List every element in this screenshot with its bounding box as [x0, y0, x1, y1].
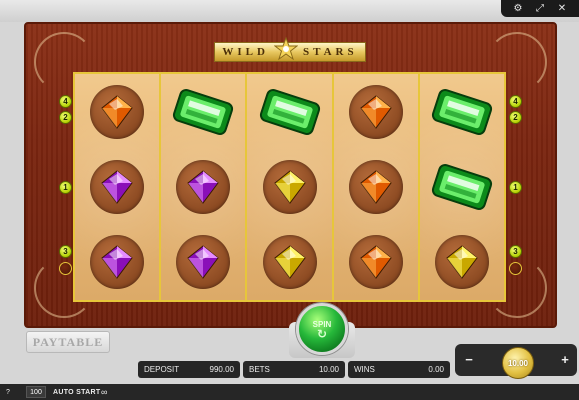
purple-diamond-symbol-icon [185, 169, 221, 205]
autostart-button[interactable]: AUTO START [53, 386, 100, 398]
stake-coin[interactable]: 10.00 [502, 347, 534, 379]
logo-text-left: WILD [222, 46, 269, 58]
wins-label: WINS [354, 365, 375, 374]
emerald-symbol-icon [431, 163, 493, 211]
gear-icon[interactable]: ⚙ [511, 2, 525, 16]
payline-marker-right: 4 [509, 95, 522, 108]
reel-cell [431, 85, 492, 139]
yellow-diamond-symbol-icon [444, 244, 480, 280]
reel-cell [90, 84, 145, 139]
reel-cell [173, 85, 234, 139]
stake-increase-button[interactable]: + [558, 353, 572, 366]
game-board: WILD STARS 4 2 1 3 4 2 1 3 [24, 22, 557, 328]
spin-button[interactable]: SPIN ↻ [296, 303, 348, 355]
logo-text-right: STARS [302, 46, 358, 58]
orange-diamond-symbol-icon [99, 94, 135, 130]
payline-marker-right: 1 [509, 181, 522, 194]
top-strip [0, 0, 579, 22]
emerald-symbol-icon [259, 88, 321, 136]
wins-display: WINS 0.00 [348, 361, 450, 378]
payline-marker-left: 3 [59, 245, 72, 258]
paytable-button[interactable]: PAYTABLE [26, 331, 110, 353]
payline-marker-left: 2 [59, 111, 72, 124]
window-controls: ⚙ ⤢ ✕ [501, 0, 579, 17]
spin-arrow-icon: ↻ [316, 326, 328, 341]
reel-cell [262, 159, 317, 214]
wins-value: 0.00 [428, 365, 444, 374]
yellow-diamond-symbol-icon [272, 244, 308, 280]
reel-cell [176, 235, 231, 290]
emerald-symbol-icon [172, 88, 234, 136]
bets-label: BETS [249, 365, 270, 374]
fullscreen-icon[interactable]: ⤢ [533, 2, 547, 16]
autostart-count-select[interactable]: 100 [26, 386, 46, 398]
payline-marker-left: 1 [59, 181, 72, 194]
reel-5 [417, 74, 505, 300]
reel-cell [431, 160, 492, 214]
reel-cell [90, 159, 145, 214]
info-bar: DEPOSIT 990.00 BETS 10.00 WINS 0.00 [138, 361, 450, 378]
purple-diamond-symbol-icon [99, 244, 135, 280]
reel-cell [348, 235, 403, 290]
emerald-symbol-icon [431, 88, 493, 136]
purple-diamond-symbol-icon [99, 169, 135, 205]
star-icon [273, 36, 299, 62]
bets-value: 10.00 [318, 365, 339, 374]
reel-cell [90, 235, 145, 290]
deposit-value: 990.00 [209, 365, 234, 374]
stake-decrease-button[interactable]: − [462, 353, 476, 366]
bets-display: BETS 10.00 [243, 361, 345, 378]
infinite-loop-icon[interactable]: ∞ [101, 386, 107, 398]
orange-diamond-symbol-icon [358, 94, 394, 130]
reel-cell [259, 85, 320, 139]
purple-diamond-symbol-icon [185, 244, 221, 280]
reel-cell [348, 84, 403, 139]
game-logo: WILD STARS [214, 37, 366, 62]
deposit-label: DEPOSIT [144, 365, 180, 374]
reel-cell [348, 159, 403, 214]
payline-marker-right: 3 [509, 245, 522, 258]
close-icon[interactable]: ✕ [555, 2, 569, 16]
reel-3 [245, 74, 332, 300]
reel-4 [331, 74, 418, 300]
reel-1 [75, 74, 160, 300]
orange-diamond-symbol-icon [358, 244, 394, 280]
payline-marker-left [59, 262, 72, 275]
deposit-display: DEPOSIT 990.00 [138, 361, 240, 378]
payline-marker-right: 2 [509, 111, 522, 124]
payline-marker-right [509, 262, 522, 275]
reel-cell [176, 159, 231, 214]
reel-grid [73, 72, 506, 302]
reel-cell [434, 235, 489, 290]
reel-cell [262, 235, 317, 290]
help-icon[interactable]: ? [6, 386, 10, 398]
yellow-diamond-symbol-icon [272, 169, 308, 205]
payline-marker-left: 4 [59, 95, 72, 108]
orange-diamond-symbol-icon [358, 169, 394, 205]
reel-2 [159, 74, 246, 300]
